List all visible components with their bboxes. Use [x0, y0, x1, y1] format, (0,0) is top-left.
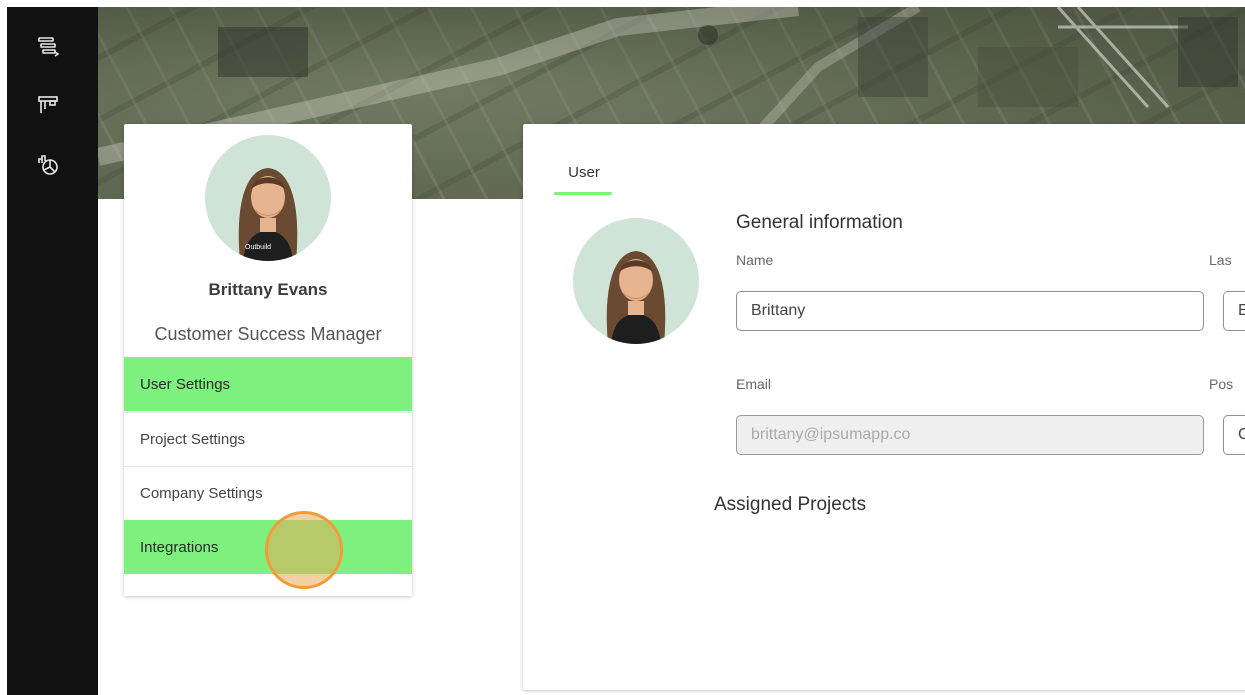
tab-active-indicator [554, 192, 612, 195]
board-icon[interactable] [35, 92, 61, 118]
menu-item-label: Project Settings [140, 431, 246, 448]
profile-card: Outbuild Brittany Evans Customer Success… [124, 124, 412, 596]
side-nav-rail [7, 7, 98, 695]
first-name-field[interactable] [736, 291, 1204, 331]
app-window: Outbuild Brittany Evans Customer Success… [7, 7, 1245, 695]
menu-item-label: Integrations [140, 538, 219, 556]
avatar[interactable]: Outbuild [205, 135, 331, 261]
gantt-list-icon[interactable] [35, 33, 61, 59]
last-name-label: Las [1209, 252, 1232, 268]
profile-name: Brittany Evans [208, 280, 328, 299]
name-label: Name [736, 252, 774, 268]
email-field [736, 415, 1204, 455]
menu-item-company-settings[interactable]: Company Settings [124, 466, 412, 520]
position-label: Pos [1209, 376, 1234, 392]
menu-item-label: Company Settings [140, 485, 263, 502]
tab-user[interactable]: User [554, 164, 614, 181]
profile-role: Customer Success Manager [154, 324, 382, 344]
click-indicator [265, 511, 343, 589]
position-field[interactable] [1223, 415, 1245, 455]
assigned-projects-heading: Assigned Projects [714, 494, 867, 515]
general-information-heading: General information [736, 212, 903, 233]
menu-item-label: User Settings [140, 375, 231, 393]
avatar-shirt-logo: Outbuild [245, 244, 272, 251]
menu-item-user-settings[interactable]: User Settings [124, 357, 412, 411]
user-settings-panel: User General information Name Las Email … [523, 124, 1245, 690]
analytics-icon[interactable] [35, 152, 61, 178]
email-label: Email [736, 376, 772, 392]
menu-item-project-settings[interactable]: Project Settings [124, 412, 412, 466]
last-name-field[interactable] [1223, 291, 1245, 331]
avatar-large[interactable] [573, 218, 699, 344]
